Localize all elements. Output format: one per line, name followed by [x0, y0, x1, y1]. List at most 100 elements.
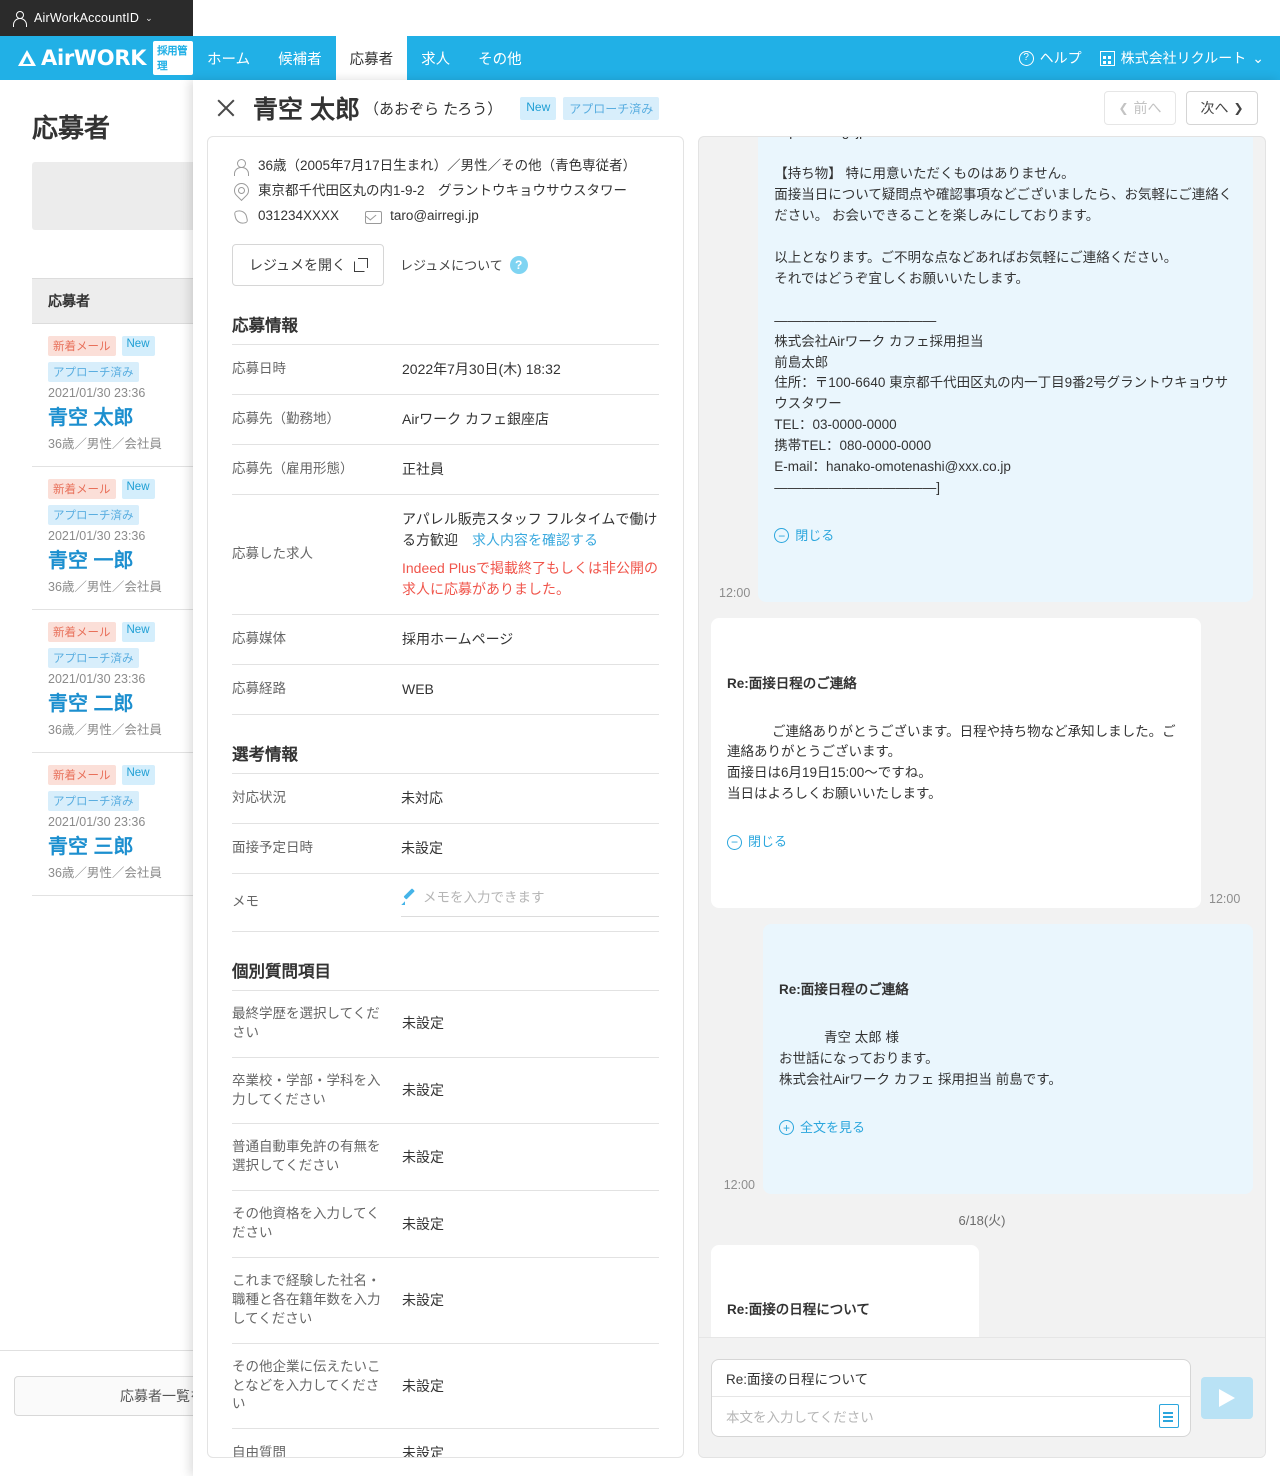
close-icon[interactable] [215, 97, 237, 119]
expand-toggle[interactable]: + 全文を見る [779, 1118, 1237, 1138]
company-menu[interactable]: 株式会社リクルート ⌄ [1099, 48, 1264, 68]
body-input-row: 本文を入力してください [712, 1397, 1190, 1436]
next-label: 次へ [1200, 100, 1229, 116]
message-row: Re:面接の日程について お世話になっております。青空です。 先日の面接の結果は… [711, 1244, 1253, 1337]
table-row: メモ メモを入力できます [232, 873, 659, 932]
view-job-link[interactable]: 求人内容を確認する [472, 532, 598, 548]
modal-header: 青空 太郎 （あおぞら たろう） New アプローチ済み ❮ 前へ 次へ ❯ [193, 80, 1280, 136]
subject-input[interactable]: Re:面接の日程について [712, 1360, 1190, 1397]
profile-contact-row: 031234XXXX taro@airregi.jp [232, 207, 659, 225]
phone-icon [232, 208, 249, 225]
row-key: 普通自動車免許の有無を選択してください [232, 1139, 381, 1174]
brand-logo[interactable]: AirWORK 採用管理 [0, 41, 193, 75]
message-time: 12:00 [1209, 892, 1241, 907]
open-resume-button[interactable]: レジュメを開く [232, 243, 384, 286]
row-value: Airワーク カフェ銀座店 [402, 410, 549, 427]
table-row: 応募先（勤務地） Airワーク カフェ銀座店 [232, 394, 659, 444]
message-body: 【面接日時】 6月19日（月） 15:00～16:00 ※所要時間は60分ほどで… [774, 137, 1233, 496]
pagination-controls: ❮ 前へ 次へ ❯ [1104, 91, 1258, 125]
message-row: 12:00 Re:面接日程のご連絡 青空 太郎 様 お世話になっております。 株… [711, 924, 1253, 1194]
table-row: 対応状況 未対応 [232, 773, 659, 823]
status-badge: アプローチ済み [48, 362, 139, 382]
collapse-toggle[interactable]: − 閉じる [727, 832, 1185, 852]
global-nav: AirWORK 採用管理 ホーム 候補者 応募者 求人 その他 ? ヘルプ 株式… [0, 36, 1280, 80]
selection-table: 対応状況 未対応 面接予定日時 未設定 メモ メモを入力できます [232, 773, 659, 932]
table-row: 応募経路 WEB [232, 664, 659, 715]
badge-group: 新着メール New アプローチ済み [48, 479, 213, 525]
airwork-logo: AirWORK [18, 46, 146, 70]
message-time: 12:00 [723, 1177, 755, 1192]
prev-label: 前へ [1133, 100, 1162, 116]
memo-input[interactable]: メモを入力できます [401, 888, 659, 917]
row-value: 未設定 [402, 1215, 444, 1232]
user-icon [232, 158, 249, 176]
message-bubble: Re:面接の日程について お世話になっております。青空です。 先日の面接の結果は… [711, 1244, 979, 1337]
row-key: これまで経験した社名・職種と各在籍年数を入力してください [232, 1273, 381, 1326]
row-value: アパレル販売スタッフ フルタイムで働ける方歓迎 求人内容を確認する Indeed… [402, 494, 659, 614]
nav-item-candidates[interactable]: 候補者 [264, 36, 336, 80]
table-row: 応募した求人 アパレル販売スタッフ フルタイムで働ける方歓迎 求人内容を確認する… [232, 494, 659, 614]
nav-item-jobs[interactable]: 求人 [407, 36, 464, 80]
nav-item-applicants[interactable]: 応募者 [335, 36, 408, 80]
table-row: 普通自動車免許の有無を選択してください 未設定 [232, 1123, 659, 1191]
brand-name: AirWORK [41, 46, 147, 70]
toggle-label: 閉じる [795, 527, 835, 543]
message-subject: Re:面接日程のご連絡 [727, 675, 857, 691]
day-separator: 6/18(火) [958, 1212, 1006, 1228]
message-list[interactable]: 12:00 【面接日時】 6月19日（月） 15:00～16:00 ※所要時間は… [699, 137, 1265, 1337]
applicant-detail-modal: 青空 太郎 （あおぞら たろう） New アプローチ済み ❮ 前へ 次へ ❯ 3… [193, 80, 1280, 1476]
profile-email: taro@airregi.jp [390, 208, 479, 224]
table-row: その他企業に伝えたいことなどを入力してください 未設定 [232, 1343, 659, 1429]
row-key: 対応状況 [232, 789, 286, 805]
row-key: 応募日時 [232, 360, 286, 376]
status-badge: New [121, 479, 155, 499]
badge-group: 新着メール New アプローチ済み [48, 336, 213, 382]
message-composer: Re:面接の日程について 本文を入力してください [699, 1337, 1265, 1457]
table-row: 応募日時 2022年7月30日(木) 18:32 [232, 344, 659, 394]
status-badge: アプローチ済み [48, 648, 139, 668]
status-badge-approach: アプローチ済み [563, 96, 660, 120]
message-body: ご連絡ありがとうございます。日程や持ち物など承知しました。ご連絡ありがとうござい… [727, 723, 1176, 802]
row-key: 自由質問 [232, 1445, 286, 1458]
section-title-questions: 個別質問項目 [232, 962, 331, 981]
memo-placeholder: メモを入力できます [423, 889, 545, 905]
row-value: 未設定 [402, 1445, 444, 1458]
chevron-left-icon: ❮ [1118, 101, 1129, 115]
status-badge: アプローチ済み [48, 791, 139, 811]
row-key: 最終学歴を選択してください [232, 1005, 380, 1040]
nav-item-other[interactable]: その他 [464, 36, 536, 80]
message-bubble: Re:面接日程のご連絡 青空 太郎 様 お世話になっております。 株式会社Air… [763, 924, 1253, 1194]
external-link-icon [354, 258, 369, 273]
row-key: 応募先（雇用形態） [232, 460, 354, 476]
help-icon[interactable]: ? [509, 255, 528, 274]
send-button[interactable] [1201, 1376, 1253, 1419]
help-link[interactable]: ? ヘルプ [1018, 48, 1082, 68]
resume-row: レジュメを開く レジュメについて ? [232, 243, 659, 286]
row-value: 未設定 [402, 1377, 444, 1394]
collapse-toggle[interactable]: − 閉じる [774, 526, 1237, 546]
section-title-application: 応募情報 [232, 316, 298, 335]
minus-circle-icon: − [727, 834, 742, 850]
table-row: その他資格を入力してください 未設定 [232, 1190, 659, 1258]
nav-item-home[interactable]: ホーム [193, 36, 264, 80]
row-value: 未設定 [402, 1291, 444, 1308]
status-badge: New [121, 336, 155, 356]
account-bar[interactable]: AirWorkAccountID ⌄ [0, 0, 193, 36]
resume-about[interactable]: レジュメについて ? [400, 255, 528, 274]
chevron-down-icon[interactable]: ⌄ [145, 13, 153, 24]
message-body: 青空 太郎 様 お世話になっております。 株式会社Airワーク カフェ 採用担当… [779, 1029, 1062, 1087]
questions-table: 最終学歴を選択してください 未設定 卒業校・学部・学科を入力してください 未設定… [232, 990, 659, 1458]
status-badge: 新着メール [48, 765, 116, 785]
message-row: Re:面接日程のご連絡 ご連絡ありがとうございます。日程や持ち物など承知しました… [711, 617, 1253, 909]
row-key: 応募した求人 [232, 545, 313, 561]
template-document-icon[interactable] [1158, 1403, 1180, 1429]
resume-about-label: レジュメについて [400, 258, 503, 274]
help-label: ヘルプ [1039, 50, 1082, 66]
body-input-placeholder[interactable]: 本文を入力してください [726, 1406, 874, 1426]
row-key: その他資格を入力してください [232, 1206, 380, 1241]
status-badge: New [121, 765, 155, 785]
open-resume-label: レジュメを開く [248, 256, 347, 273]
table-row: 自由質問 未設定 [232, 1428, 659, 1458]
next-button[interactable]: 次へ ❯ [1186, 91, 1258, 125]
message-bubble: Re:面接日程のご連絡 ご連絡ありがとうございます。日程や持ち物など承知しました… [711, 617, 1201, 909]
